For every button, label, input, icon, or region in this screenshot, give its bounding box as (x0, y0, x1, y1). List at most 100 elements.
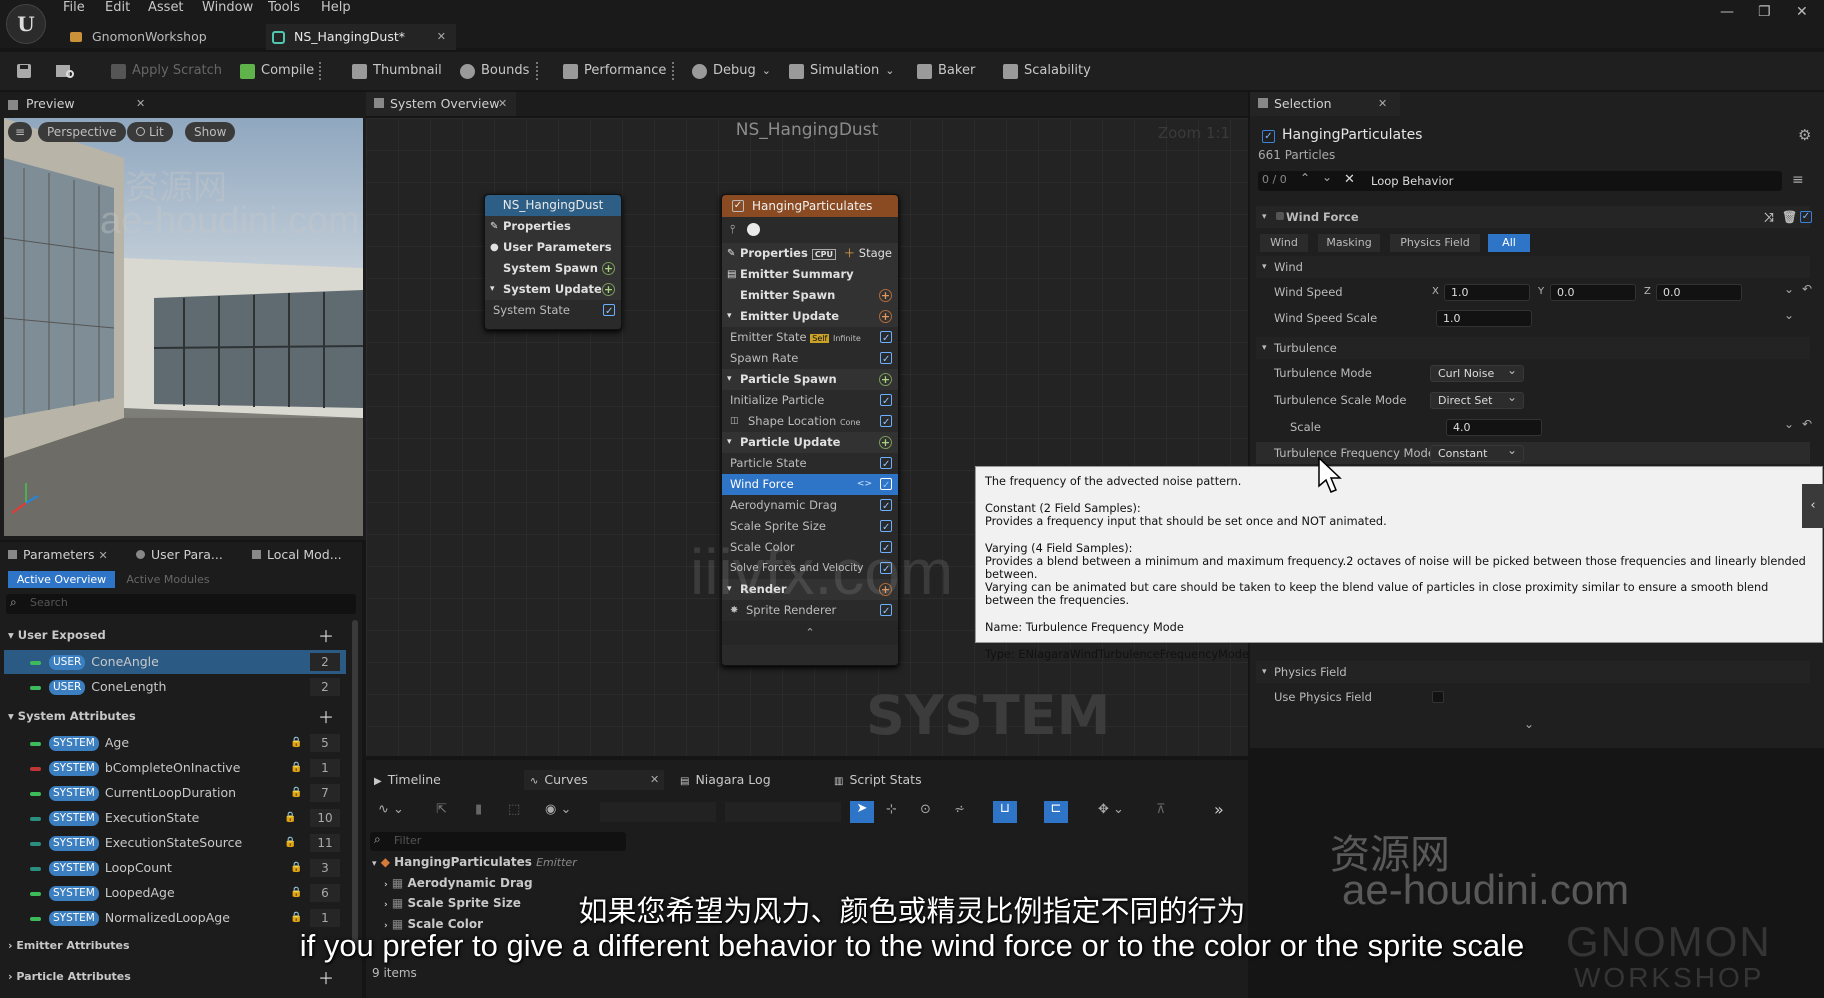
add-stage-button[interactable]: ＋ Stage (844, 243, 892, 264)
filter-wind[interactable]: Wind (1260, 234, 1308, 252)
next-result-icon[interactable]: ⌄ (1322, 170, 1332, 184)
settings-gear-icon[interactable]: ⚙ (1798, 126, 1811, 144)
emitter-state-row[interactable]: Emitter State Self Infinite (722, 327, 898, 349)
show-button[interactable]: Show (185, 122, 236, 142)
restore-icon[interactable]: ❐ (1758, 4, 1771, 20)
tab-curves[interactable]: ∿ Curves ✕ (524, 770, 664, 790)
wind-speed-z-input[interactable]: 0.0 (1656, 284, 1742, 301)
emitter-enabled-checkbox[interactable]: ✓ (1262, 130, 1275, 143)
emitter-enabled-checkbox[interactable]: ✓ (732, 200, 744, 212)
emitter-spawn-row[interactable]: Emitter Spawn + (722, 285, 898, 306)
scale-input[interactable]: 4.0 (1446, 419, 1542, 436)
menu-tools[interactable]: Tools (268, 0, 300, 18)
close-icon[interactable]: ✕ (498, 92, 507, 116)
snap-time-button[interactable]: ⊏ (1044, 801, 1068, 823)
add-particle-param-button[interactable]: ＋ (318, 965, 334, 989)
compile-button[interactable]: Compile (240, 61, 314, 81)
close-icon[interactable]: ✕ (437, 24, 446, 50)
system-spawn-row[interactable]: System Spawn + (485, 258, 621, 279)
turbulence-scale-mode-dropdown[interactable]: Direct Set (1430, 390, 1524, 409)
menu-help[interactable]: Help (321, 0, 351, 18)
close-icon[interactable]: ✕ (99, 549, 108, 562)
param-row-age[interactable]: SYSTEM Age 🔒 5 (4, 731, 346, 755)
compile-options-icon[interactable] (319, 62, 321, 80)
curves-filter-input[interactable]: ⌕ Filter (370, 832, 626, 851)
scalability-button[interactable]: Scalability (1003, 61, 1091, 81)
perspective-button[interactable]: Perspective (38, 122, 126, 142)
chevron-down-icon[interactable]: ⌄ (1784, 282, 1794, 296)
spawn-rate-row[interactable]: Spawn Rate (722, 348, 898, 370)
wind-group[interactable]: ▾ Wind (1256, 256, 1810, 278)
param-row-bcompleteoninactive[interactable]: SYSTEM bCompleteOnInactive 🔒 1 (4, 756, 346, 780)
thumbnail-button[interactable]: Thumbnail (352, 61, 442, 81)
wind-force-section[interactable]: ▾ Wind Force ⤨ 🗑 ✓ (1256, 206, 1812, 228)
move-tool-icon[interactable]: ✥ ⌄ (1098, 802, 1124, 817)
select-tool-icon[interactable]: ⇱ (436, 802, 447, 817)
user-parameters-row[interactable]: ● User Parameters (485, 237, 621, 258)
tab-user-parameters[interactable]: User Para... (128, 543, 238, 567)
curve-type-button[interactable]: ∿ ⌄ (378, 802, 404, 817)
reset-icon[interactable]: ↶ (1802, 417, 1812, 431)
snap-value-button[interactable]: ⊔ (993, 801, 1017, 823)
value-field[interactable] (725, 802, 841, 822)
more-tools-icon[interactable]: » (1214, 800, 1224, 819)
initialize-particle-row[interactable]: Initialize Particle (722, 390, 898, 412)
wind-speed-y-input[interactable]: 0.0 (1550, 284, 1636, 301)
tab-script-stats[interactable]: ▥ Script Stats (834, 770, 922, 790)
shuffle-icon[interactable]: ⤨ (1764, 206, 1774, 228)
visibility-eye-icon[interactable]: ◉ ⌄ (545, 802, 571, 817)
baker-button[interactable]: Baker (917, 61, 975, 81)
window-close-icon[interactable]: ✕ (1796, 4, 1808, 20)
particle-state-row[interactable]: Particle State (722, 453, 898, 475)
save-button[interactable] (15, 61, 33, 81)
simulation-button[interactable]: Simulation ⌄ (789, 61, 894, 81)
filter-all[interactable]: All (1488, 234, 1530, 252)
clear-search-icon[interactable]: ✕ (1344, 172, 1355, 187)
shape-location-row[interactable]: ◫ Shape Location Cone (722, 411, 898, 433)
tab-niagara-log[interactable]: ▤ Niagara Log (680, 770, 771, 790)
add-user-param-button[interactable]: ＋ (318, 623, 334, 647)
reset-icon[interactable]: ↶ (1802, 282, 1812, 296)
flatten-tool-icon[interactable]: ⊼ (1156, 802, 1166, 817)
system-node[interactable]: NS_HangingDust ✎ Properties ● User Paramet… (484, 194, 622, 330)
tab-ns-hangingdust[interactable]: NS_HangingDust* ✕ (266, 24, 456, 50)
expand-more-icon[interactable]: ⌄ (1524, 717, 1534, 731)
emitter-properties-row[interactable]: ✎ Properties CPU ＋ Stage (722, 243, 898, 264)
emitter-update-row[interactable]: ▾ Emitter Update + (722, 306, 898, 327)
filter-icon[interactable]: ≡ (1792, 172, 1804, 188)
menu-asset[interactable]: Asset (148, 0, 184, 18)
frame-tool-icon[interactable]: ⬚ (508, 802, 520, 817)
menu-edit[interactable]: Edit (105, 0, 130, 18)
performance-options-icon[interactable] (672, 62, 674, 80)
param-row-executionstate[interactable]: SYSTEM ExecutionState 🔒 10 (4, 806, 346, 830)
tab-selection[interactable]: Selection ✕ (1250, 92, 1400, 116)
selection-search-input[interactable]: 0 / 0 ⌃ ⌄ ✕ Loop Behavior (1258, 170, 1782, 191)
params-search-input[interactable]: ⌕ Search (6, 594, 356, 614)
tab-parameters[interactable]: Parameters ✕ (0, 543, 118, 567)
tab-gnomon-workshop[interactable]: GnomonWorkshop (66, 24, 266, 50)
chevron-down-icon[interactable]: ⌄ (1784, 417, 1794, 431)
param-row-coneangle[interactable]: USER ConeAngle 2 (4, 650, 346, 674)
tab-system-overview[interactable]: System Overview ✕ (366, 92, 516, 116)
param-row-executionstatesource[interactable]: SYSTEM ExecutionStateSource 🔒 11 (4, 831, 346, 855)
system-attributes-header[interactable]: ▾ System Attributes (8, 704, 348, 728)
collapse-node-button[interactable]: ⌃ (722, 621, 898, 645)
system-properties-row[interactable]: ✎ Properties (485, 216, 621, 237)
system-update-row[interactable]: ▾ System Update + (485, 279, 621, 300)
emitter-summary-row[interactable]: ▤ Emitter Summary (722, 264, 898, 285)
scale-sprite-size-row[interactable]: Scale Sprite Size (722, 516, 898, 538)
active-overview-button[interactable]: Active Overview (8, 571, 115, 588)
pointer-tool-button[interactable]: ➤ (850, 801, 874, 823)
param-row-currentloopduration[interactable]: SYSTEM CurrentLoopDuration 🔒 7 (4, 781, 346, 805)
time-field[interactable] (600, 802, 716, 822)
viewport-menu-button[interactable]: ≡ (8, 122, 32, 142)
debug-button[interactable]: Debug ⌄ (692, 61, 771, 81)
physics-field-group[interactable]: ▾ Physics Field (1256, 661, 1810, 683)
add-system-param-button[interactable]: ＋ (318, 704, 334, 728)
prev-result-icon[interactable]: ⌃ (1300, 171, 1310, 185)
user-exposed-header[interactable]: ▾ User Exposed (8, 623, 348, 647)
transform-tool-icon[interactable]: ⊹ (886, 802, 897, 817)
tree-root-hangingparticulates[interactable]: ▾ ◆ HangingParticulates Emitter (372, 852, 577, 872)
browse-button[interactable] (55, 61, 75, 81)
turbulence-frequency-dropdown[interactable]: Constant (1430, 443, 1524, 462)
